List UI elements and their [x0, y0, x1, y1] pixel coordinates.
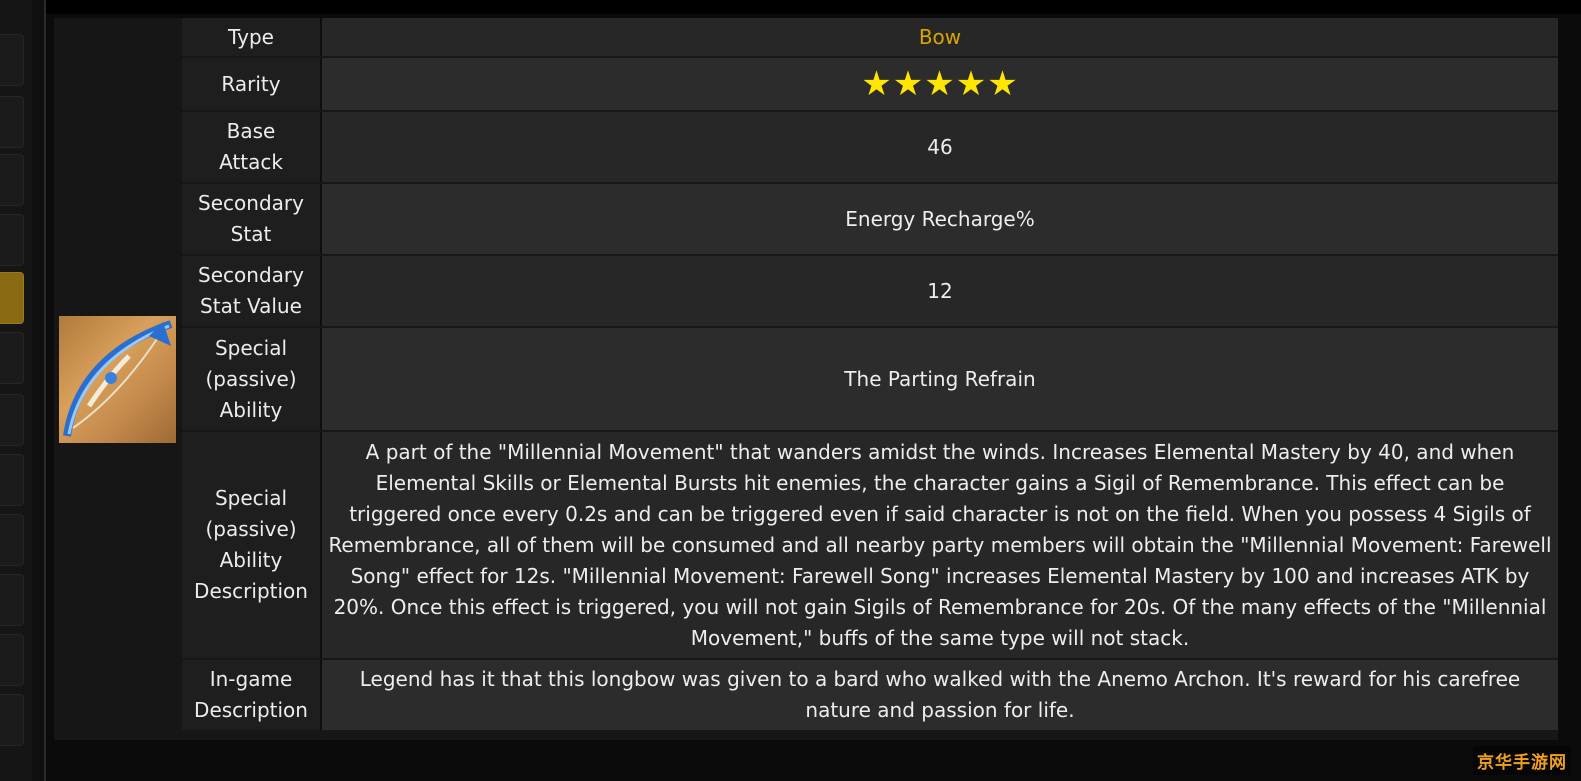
row-label: Secondary Stat	[182, 184, 322, 254]
table-row-rarity: Rarity ★★★★★	[182, 58, 1558, 110]
bow-icon	[59, 316, 176, 443]
table-row-secondary-stat-value: Secondary Stat Value 12	[182, 256, 1558, 326]
ingame-description-value: Legend has it that this longbow was give…	[322, 660, 1558, 730]
table-row-secondary-stat: Secondary Stat Energy Recharge%	[182, 184, 1558, 254]
row-label: Special (passive) Ability	[182, 328, 322, 430]
secondary-stat-amount: 12	[322, 256, 1558, 326]
secondary-stat-value: Energy Recharge%	[322, 184, 1558, 254]
sidebar-slot-active[interactable]	[0, 272, 24, 324]
table-row-passive-ability: Special (passive) Ability The Parting Re…	[182, 328, 1558, 430]
sidebar-slot[interactable]	[0, 634, 24, 686]
weapon-stats-table: Type Bow Rarity ★★★★★ Base Attack 46 Sec…	[182, 16, 1558, 732]
table-row-passive-description: Special (passive) Ability Description A …	[182, 432, 1558, 658]
rarity-stars: ★★★★★	[861, 64, 1019, 104]
sidebar-slot[interactable]	[0, 454, 24, 506]
sidebar-slot[interactable]	[0, 34, 24, 86]
watermark-logo: 京华手游网	[1473, 746, 1571, 775]
row-label: In-game Description	[182, 660, 322, 730]
passive-description-value: A part of the "Millennial Movement" that…	[322, 432, 1558, 658]
passive-ability-value: The Parting Refrain	[322, 328, 1558, 430]
sidebar-slot[interactable]	[0, 394, 24, 446]
row-label: Rarity	[182, 58, 322, 110]
table-row-base-attack: Base Attack 46	[182, 112, 1558, 182]
table-row-ingame-description: In-game Description Legend has it that t…	[182, 660, 1558, 730]
type-value: Bow	[322, 18, 1558, 56]
sidebar-slot[interactable]	[0, 214, 24, 266]
sidebar-slot[interactable]	[0, 514, 24, 566]
row-label: Special (passive) Ability Description	[182, 432, 322, 658]
sidebar-divider	[32, 0, 46, 781]
rarity-value: ★★★★★	[322, 58, 1558, 110]
sidebar-slot[interactable]	[0, 694, 24, 746]
left-sidebar	[0, 0, 32, 781]
table-row-type: Type Bow	[182, 18, 1558, 56]
sidebar-slot[interactable]	[0, 574, 24, 626]
sidebar-slot[interactable]	[0, 96, 24, 148]
top-bar	[46, 0, 1581, 14]
row-label: Type	[182, 18, 322, 56]
sidebar-slot[interactable]	[0, 154, 24, 206]
base-attack-value: 46	[322, 112, 1558, 182]
sidebar-slot[interactable]	[0, 332, 24, 384]
row-label: Base Attack	[182, 112, 322, 182]
row-label: Secondary Stat Value	[182, 256, 322, 326]
